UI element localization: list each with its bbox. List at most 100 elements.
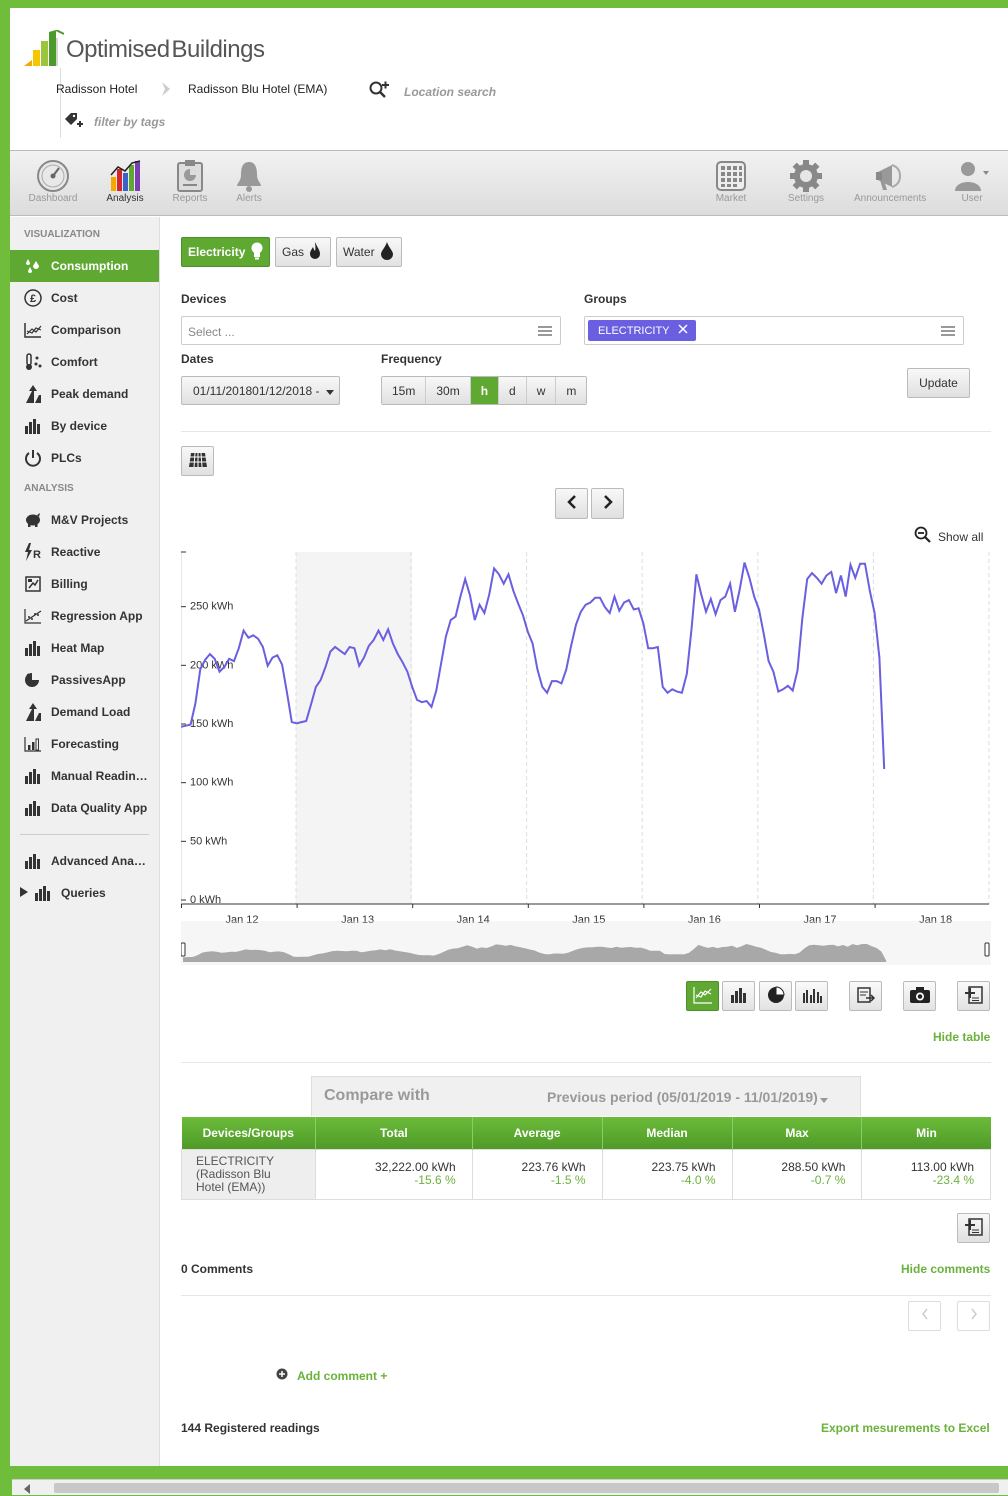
toolbar-dashboard[interactable]: Dashboard (18, 159, 88, 204)
grouped-bar-button[interactable] (795, 981, 828, 1011)
close-icon[interactable] (677, 324, 688, 337)
sidebar-item-billing[interactable]: Billing (10, 568, 159, 600)
compare-selector[interactable]: Compare with Previous period (05/01/2019… (311, 1076, 861, 1116)
export-excel-link[interactable]: Export mesurements to Excel (821, 1421, 990, 1435)
bar-chart-button[interactable] (722, 981, 755, 1011)
frequency-option[interactable]: d (499, 377, 527, 404)
groups-label: Groups (584, 292, 627, 306)
sidebar-label: Reactive (51, 545, 101, 559)
tab-water[interactable]: Water (336, 237, 402, 267)
sidebar-item-mv-projects[interactable]: M&V Projects (10, 504, 159, 536)
sidebar-item-reactive[interactable]: R Reactive (10, 536, 159, 568)
sidebar-item-comfort[interactable]: Comfort (10, 346, 159, 378)
toolbar-alerts[interactable]: Alerts (214, 159, 284, 204)
divider (181, 431, 991, 432)
show-all-label: Show all (938, 529, 984, 544)
line-chart-button[interactable] (686, 981, 719, 1011)
sidebar-item-comparison[interactable]: Comparison (10, 314, 159, 346)
frequency-option[interactable]: w (526, 377, 557, 404)
table-view-button[interactable] (181, 446, 214, 476)
frequency-option[interactable]: 15m (382, 377, 427, 404)
add-comment-link[interactable]: Add comment + (276, 1368, 387, 1383)
sidebar-item-passivesapp[interactable]: PassivesApp (10, 664, 159, 696)
logo[interactable]: OptimisedBuildings (24, 26, 265, 66)
comments-prev-button[interactable] (908, 1301, 941, 1331)
y-tick-label: 250 kWh (190, 601, 233, 613)
devices-placeholder: Select ... (188, 325, 235, 339)
caret-down-icon (325, 384, 334, 398)
add-note-button[interactable] (957, 981, 990, 1011)
sidebar-item-queries[interactable]: Queries (10, 877, 159, 909)
sidebar-item-plcs[interactable]: PLCs (10, 442, 159, 474)
tab-gas[interactable]: Gas (275, 237, 331, 267)
tag-filter-input[interactable]: filter by tags (94, 115, 165, 129)
tag-add-icon[interactable] (64, 112, 84, 131)
sidebar-label: Forecasting (51, 737, 120, 751)
add-note-table-button[interactable] (957, 1213, 990, 1243)
sidebar-label: PLCs (51, 451, 82, 465)
export-button[interactable] (849, 981, 882, 1011)
sidebar-item-cost[interactable]: £ Cost (10, 282, 159, 314)
sidebar-item-regression-app[interactable]: Regression App (10, 600, 159, 632)
sidebar-item-heat-map[interactable]: Heat Map (10, 632, 159, 664)
horizontal-scrollbar[interactable] (12, 1479, 1008, 1495)
consumption-chart[interactable]: 0 kWh50 kWh100 kWh150 kWh200 kWh250 kWh … (181, 547, 991, 967)
devices-select[interactable]: Select ... (181, 316, 561, 345)
plus-circle-icon (276, 1368, 288, 1383)
hide-table-link[interactable]: Hide table (933, 1030, 990, 1044)
sidebar-item-advanced-analysis[interactable]: Advanced Ana… (10, 845, 159, 877)
user-icon (937, 159, 1007, 193)
app-window: OptimisedBuildings Radisson Hotel Radiss… (10, 8, 1008, 1466)
next-period-button[interactable] (591, 488, 624, 519)
breadcrumb-building[interactable]: Radisson Blu Hotel (EMA) (188, 82, 327, 96)
search-add-icon[interactable] (368, 80, 390, 103)
comments-next-button[interactable] (957, 1301, 990, 1331)
frequency-option-selected[interactable]: h (470, 377, 500, 404)
scrollbar-thumb[interactable] (54, 1483, 999, 1493)
screenshot-button[interactable] (903, 981, 936, 1011)
min-cell: 113.00 kWh -23.4 % (861, 1148, 991, 1200)
sidebar-item-consumption[interactable]: Consumption (10, 250, 159, 282)
sidebar-label: Manual Readin… (51, 769, 148, 783)
sidebar-item-manual-readings[interactable]: Manual Readin… (10, 760, 159, 792)
sidebar-label: By device (51, 419, 108, 433)
sidebar-item-peak-demand[interactable]: Peak demand (10, 378, 159, 410)
reactive-icon: R (24, 543, 42, 561)
frequency-option[interactable]: m (556, 377, 587, 404)
sidebar: VISUALIZATION Consumption £ Cost Compari… (10, 217, 160, 1466)
bar-chart-icon (90, 159, 160, 193)
toolbar-announcements[interactable]: Announcements (854, 159, 926, 204)
previous-period-button[interactable] (555, 488, 588, 519)
devices-label: Devices (181, 292, 227, 306)
groups-select[interactable]: ELECTRICITY (584, 316, 964, 345)
breadcrumb-site[interactable]: Radisson Hotel (56, 82, 137, 96)
flame-icon (310, 241, 321, 263)
sidebar-item-data-quality-app[interactable]: Data Quality App (10, 792, 159, 824)
caret-right-icon[interactable] (20, 886, 28, 900)
sidebar-item-demand-load[interactable]: Demand Load (10, 696, 159, 728)
y-tick-label: 150 kWh (190, 718, 233, 730)
peak-arrow-icon (24, 385, 42, 403)
tab-electricity[interactable]: Electricity (181, 237, 270, 267)
toolbar-market[interactable]: Market (696, 159, 766, 204)
update-button[interactable]: Update (907, 368, 970, 398)
sidebar-item-by-device[interactable]: By device (10, 410, 159, 442)
tag-filter[interactable]: filter by tags (64, 112, 165, 131)
frequency-selector: 15m 30m h d w m (381, 376, 588, 405)
toolbar-user[interactable]: User (937, 159, 1007, 204)
grouped-bar-icon (802, 987, 822, 1006)
sidebar-item-forecasting[interactable]: Forecasting (10, 728, 159, 760)
hide-comments-link[interactable]: Hide comments (901, 1262, 990, 1276)
toolbar-analysis[interactable]: Analysis (90, 159, 160, 204)
location-search[interactable]: Location search (368, 80, 496, 103)
scroll-left-icon[interactable] (24, 1483, 30, 1496)
group-chip[interactable]: ELECTRICITY (588, 320, 696, 341)
frequency-option[interactable]: 30m (426, 377, 471, 404)
toolbar-settings[interactable]: Settings (771, 159, 841, 204)
device-group-name: ELECTRICITY (Radisson Blu Hotel (EMA)) (181, 1148, 316, 1200)
date-range-picker[interactable]: 01/11/201801/12/2018 - (181, 376, 340, 405)
show-all-zoom[interactable]: Show all (914, 526, 983, 547)
caret-down-icon (819, 1090, 828, 1106)
pie-chart-button[interactable] (759, 981, 792, 1011)
location-search-input[interactable]: Location search (404, 85, 496, 99)
